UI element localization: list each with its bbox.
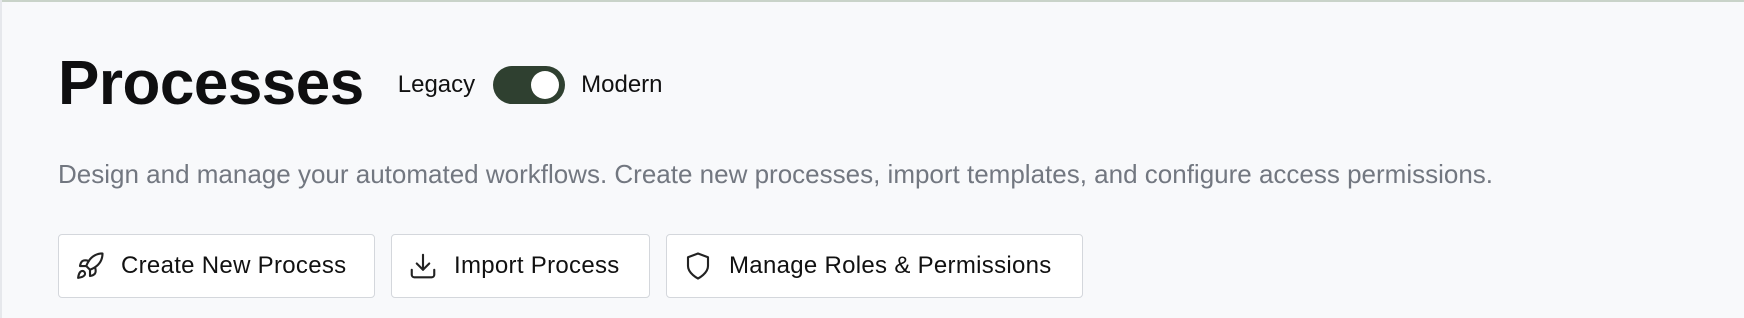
title-row: Processes Legacy Modern	[58, 44, 1744, 124]
left-border	[0, 0, 2, 318]
legacy-modern-toggle[interactable]	[493, 66, 566, 104]
action-buttons: Create New Process Import Process Manage…	[58, 234, 1744, 298]
rocket-icon	[75, 251, 105, 281]
import-process-button[interactable]: Import Process	[391, 234, 650, 298]
create-new-process-button[interactable]: Create New Process	[58, 234, 375, 298]
manage-roles-permissions-button[interactable]: Manage Roles & Permissions	[666, 234, 1083, 298]
page-title: Processes	[58, 49, 364, 118]
manage-roles-permissions-label: Manage Roles & Permissions	[729, 252, 1052, 279]
shield-icon	[683, 251, 713, 281]
toggle-label-legacy: Legacy	[397, 71, 476, 98]
import-process-label: Import Process	[454, 252, 620, 279]
top-border	[0, 0, 1744, 2]
toggle-label-modern: Modern	[581, 71, 663, 98]
page-description: Design and manage your automated workflo…	[58, 159, 1494, 189]
page-header: Processes Legacy Modern Design and manag…	[58, 44, 1744, 298]
legacy-modern-toggle-group: Legacy Modern	[398, 66, 663, 104]
download-icon	[408, 251, 438, 281]
toggle-knob	[531, 71, 560, 99]
create-new-process-label: Create New Process	[121, 252, 347, 279]
